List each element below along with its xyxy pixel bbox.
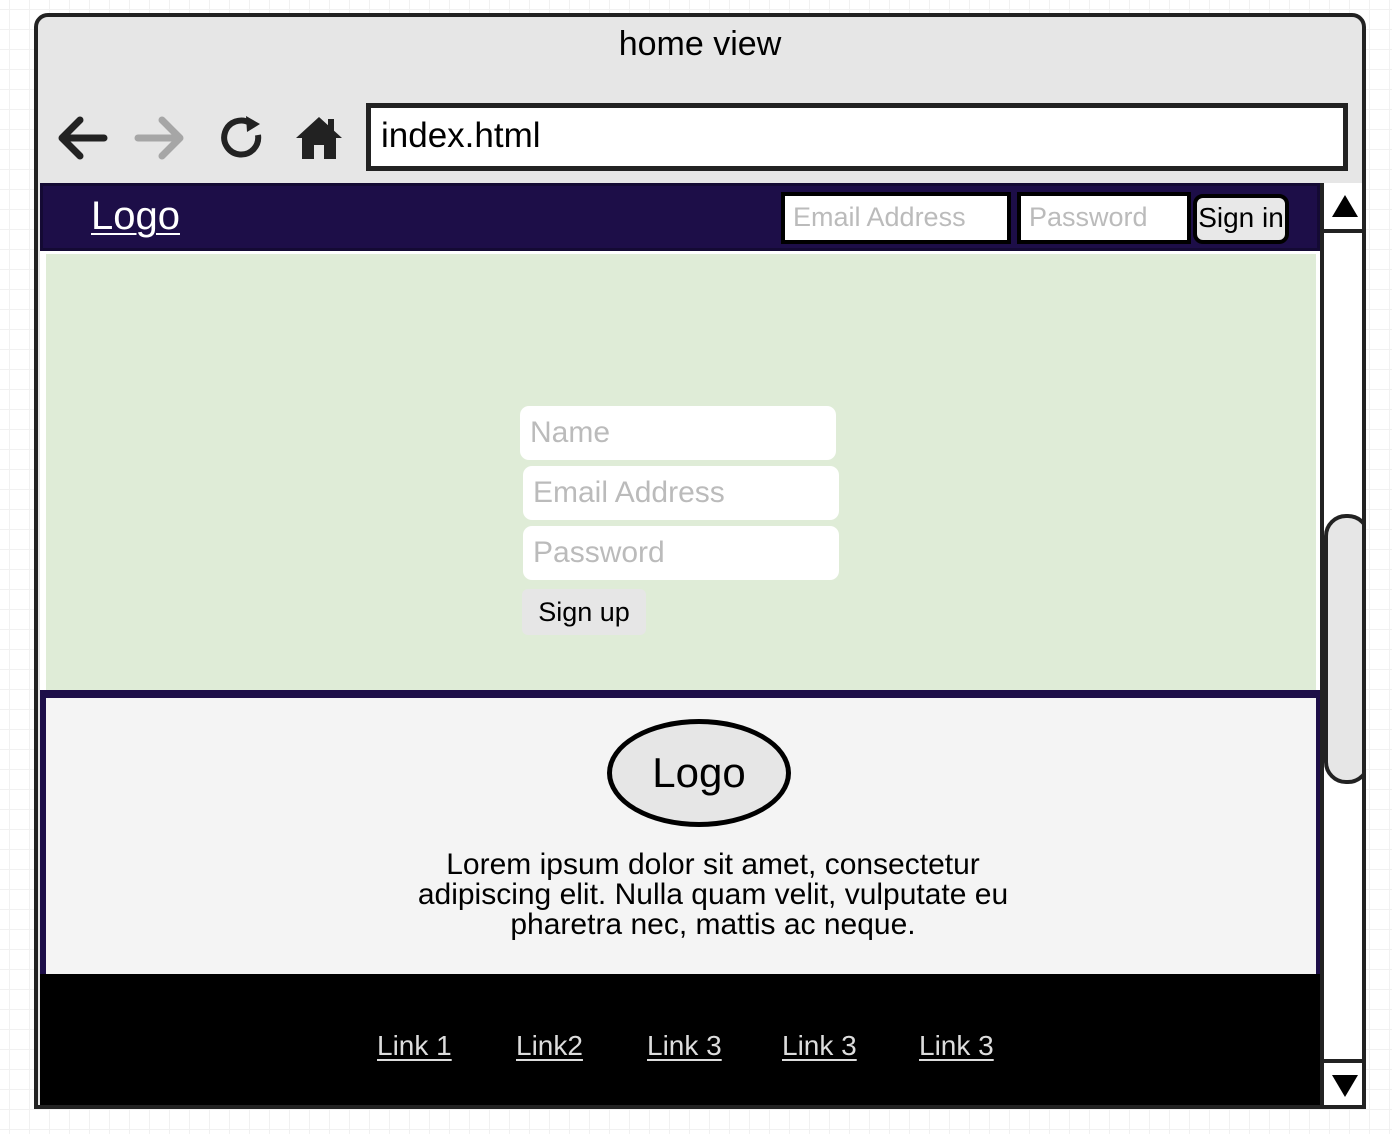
scroll-thumb[interactable] — [1324, 514, 1362, 784]
header-password-field[interactable]: Password — [1017, 192, 1191, 244]
triangle-up-icon — [1332, 195, 1358, 217]
about-section: Logo Lorem ipsum dolor sit amet, consect… — [46, 698, 1316, 974]
sign-up-button[interactable]: Sign up — [522, 589, 646, 635]
scroll-down-button[interactable] — [1324, 1059, 1362, 1105]
footer-link-1[interactable]: Link 1 — [377, 1030, 452, 1062]
site-footer: Link 1 Link2 Link 3 Link 3 Link 3 — [40, 974, 1320, 1105]
site-header: Logo Email Address Password Sign in — [40, 183, 1320, 251]
about-logo: Logo — [607, 719, 791, 827]
sign-in-button[interactable]: Sign in — [1193, 194, 1289, 244]
vertical-scrollbar[interactable] — [1320, 183, 1362, 1105]
signup-section: Name Email Address Password Sign up — [46, 254, 1316, 690]
header-logo-link[interactable]: Logo — [91, 194, 180, 239]
page-viewport: Logo Email Address Password Sign in Name… — [40, 183, 1320, 1105]
name-field[interactable]: Name — [520, 406, 836, 460]
footer-link-2[interactable]: Link2 — [516, 1030, 583, 1062]
signup-email-field[interactable]: Email Address — [523, 466, 839, 520]
reload-icon[interactable] — [216, 111, 270, 165]
browser-window: home view index.html Logo Email Address … — [34, 13, 1366, 1109]
footer-link-4[interactable]: Link 3 — [782, 1030, 857, 1062]
triangle-down-icon — [1332, 1075, 1358, 1097]
home-icon[interactable] — [292, 111, 346, 165]
scroll-up-button[interactable] — [1324, 183, 1362, 233]
arrow-left-icon[interactable] — [54, 111, 108, 165]
footer-link-5[interactable]: Link 3 — [919, 1030, 994, 1062]
window-title: home view — [618, 25, 782, 63]
signup-password-field[interactable]: Password — [523, 526, 839, 580]
about-text: Lorem ipsum dolor sit amet, consectetur … — [417, 848, 1009, 941]
section-divider — [40, 690, 1320, 698]
header-email-field[interactable]: Email Address — [781, 192, 1011, 244]
footer-link-3[interactable]: Link 3 — [647, 1030, 722, 1062]
arrow-right-icon[interactable] — [134, 111, 188, 165]
url-bar[interactable]: index.html — [366, 103, 1348, 171]
